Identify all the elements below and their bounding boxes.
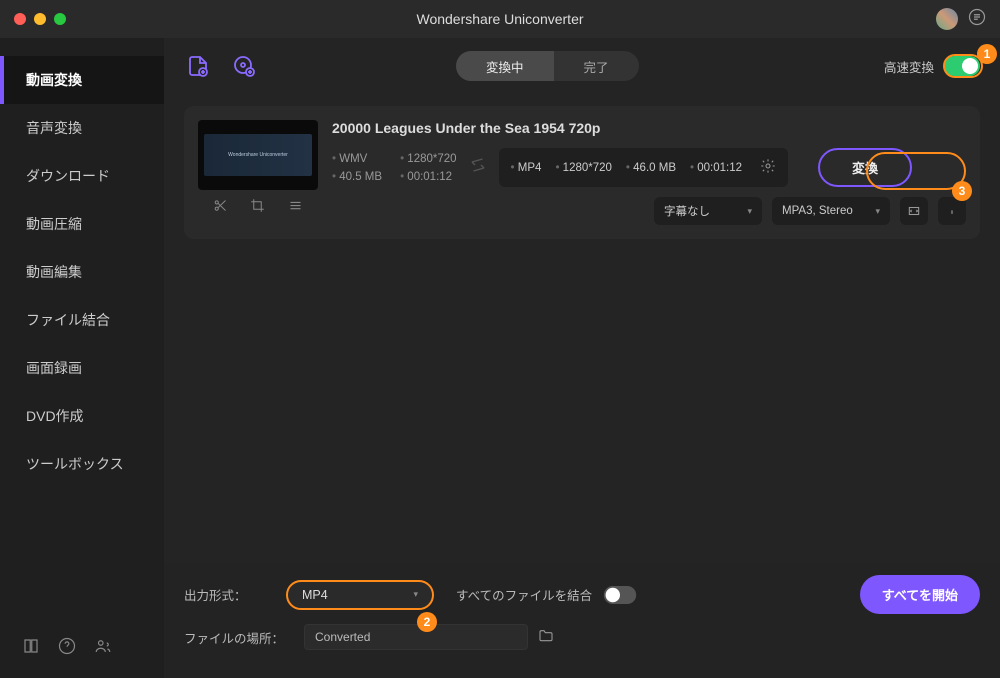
chevron-down-icon: ▾ — [875, 206, 880, 217]
output-format-label: 出力形式： — [184, 585, 276, 604]
titlebar: Wondershare Uniconverter — [0, 0, 1000, 38]
settings-icon[interactable] — [288, 198, 303, 218]
sidebar-item-dvd[interactable]: DVD作成 — [0, 392, 164, 440]
chevron-down-icon: ▾ — [413, 589, 418, 600]
sidebar-item-label: 動画圧縮 — [26, 216, 82, 232]
gear-icon[interactable] — [760, 158, 776, 177]
audio-select[interactable]: MPA3, Stereo▾ — [772, 197, 890, 225]
sidebar-item-edit[interactable]: 動画編集 — [0, 248, 164, 296]
source-format: WMV — [332, 153, 382, 165]
add-disc-icon[interactable] — [230, 52, 258, 80]
crop-icon[interactable] — [250, 198, 265, 218]
fast-convert-label: 高速変換 — [884, 57, 934, 76]
sidebar-item-label: DVD作成 — [26, 408, 84, 424]
add-file-icon[interactable] — [184, 52, 212, 80]
book-icon[interactable] — [22, 637, 40, 660]
sidebar: 動画変換 音声変換 ダウンロード 動画圧縮 動画編集 ファイル結合 画面録画 D… — [0, 38, 164, 678]
sidebar-item-label: 画面録画 — [26, 360, 82, 376]
sidebar-item-record[interactable]: 画面録画 — [0, 344, 164, 392]
tab-completed[interactable]: 完了 — [554, 51, 639, 81]
merge-all-label: すべてのファイルを結合 — [456, 585, 592, 604]
help-icon[interactable] — [58, 637, 76, 660]
output-path-label: ファイルの場所： — [184, 628, 294, 647]
status-tabs: 変換中 完了 — [456, 51, 639, 81]
start-all-button[interactable]: すべてを開始 — [860, 575, 980, 614]
sidebar-item-label: ツールボックス — [26, 456, 124, 472]
sidebar-item-label: ファイル結合 — [26, 312, 110, 328]
cut-icon[interactable] — [213, 198, 228, 218]
chevron-down-icon: ▾ — [747, 206, 752, 217]
sidebar-item-video-convert[interactable]: 動画変換 — [0, 56, 164, 104]
tab-in-progress[interactable]: 変換中 — [456, 51, 554, 81]
footer: 出力形式： MP4 ▾ すべてのファイルを結合 すべてを開始 ファイルの場所： — [164, 563, 1000, 678]
sidebar-item-label: ダウンロード — [26, 168, 110, 184]
file-title: 20000 Leagues Under the Sea 1954 720p — [332, 120, 966, 136]
target-format: MP4 — [511, 162, 542, 174]
folder-icon[interactable] — [538, 628, 554, 647]
sidebar-item-toolbox[interactable]: ツールボックス — [0, 440, 164, 488]
target-resolution: 1280*720 — [555, 162, 611, 174]
sidebar-item-download[interactable]: ダウンロード — [0, 152, 164, 200]
avatar[interactable] — [936, 8, 958, 30]
sidebar-item-merge[interactable]: ファイル結合 — [0, 296, 164, 344]
merge-all-toggle[interactable] — [604, 586, 636, 604]
window-controls — [14, 13, 66, 25]
source-resolution: 1280*720 — [400, 153, 456, 165]
feedback-icon[interactable] — [968, 8, 986, 31]
target-duration: 00:01:12 — [690, 162, 742, 174]
video-thumbnail[interactable]: Wondershare Uniconverter — [198, 120, 318, 190]
target-size: 46.0 MB — [626, 162, 676, 174]
users-icon[interactable] — [94, 637, 112, 660]
sidebar-item-label: 動画編集 — [26, 264, 82, 280]
target-info: MP4 1280*720 46.0 MB 00:01:12 — [499, 148, 788, 187]
expand-icon[interactable] — [900, 197, 928, 225]
swap-icon — [469, 156, 487, 179]
app-title: Wondershare Uniconverter — [416, 11, 583, 27]
sidebar-item-audio-convert[interactable]: 音声変換 — [0, 104, 164, 152]
source-duration: 00:01:12 — [400, 171, 456, 183]
sidebar-item-label: 音声変換 — [26, 120, 82, 136]
fullscreen-window-button[interactable] — [54, 13, 66, 25]
close-window-button[interactable] — [14, 13, 26, 25]
source-size: 40.5 MB — [332, 171, 382, 183]
sidebar-item-label: 動画変換 — [26, 72, 82, 88]
source-info: WMV 1280*720 40.5 MB 00:01:12 — [332, 153, 457, 183]
convert-button[interactable]: 変換 — [818, 148, 912, 187]
output-format-select[interactable]: MP4 ▾ — [286, 580, 434, 610]
fast-convert-toggle[interactable] — [944, 56, 980, 76]
info-icon[interactable] — [938, 197, 966, 225]
minimize-window-button[interactable] — [34, 13, 46, 25]
sidebar-item-compress[interactable]: 動画圧縮 — [0, 200, 164, 248]
file-card: Wondershare Uniconverter 20000 Leagues U… — [184, 106, 980, 239]
output-path-input[interactable] — [304, 624, 528, 650]
subtitle-select[interactable]: 字幕なし▾ — [654, 197, 762, 225]
toolbar: 変換中 完了 高速変換 — [164, 38, 1000, 94]
